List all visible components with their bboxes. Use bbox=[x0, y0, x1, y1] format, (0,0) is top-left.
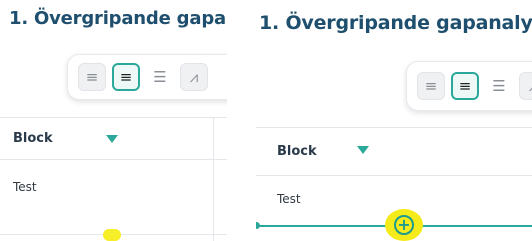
align-center-button[interactable]: ≡ bbox=[451, 72, 479, 100]
cursor-highlight bbox=[103, 229, 121, 241]
left-screenshot-panel: 1. Övergripande gapanalys – Gap ≡ ≡ ☰ ⩘ … bbox=[0, 0, 227, 241]
add-row-button[interactable]: + bbox=[385, 209, 423, 241]
align-left-icon: ≡ bbox=[424, 77, 438, 95]
column-divider bbox=[213, 117, 214, 241]
page-title: 1. Övergripande gapanalys – Gap bbox=[259, 12, 532, 34]
screenshot-separator bbox=[227, 0, 256, 241]
align-left-icon: ≡ bbox=[85, 68, 99, 86]
column-header-block[interactable]: Block bbox=[13, 131, 53, 146]
align-right-icon: ☰ bbox=[492, 77, 506, 95]
column-header-block[interactable]: Block bbox=[277, 144, 317, 159]
align-center-button[interactable]: ≡ bbox=[112, 63, 140, 91]
filter-icon[interactable] bbox=[357, 146, 369, 154]
align-center-icon: ≡ bbox=[119, 68, 133, 86]
table-cell[interactable]: Test bbox=[13, 180, 37, 194]
text-alignment-toolbar: ≡ ≡ ☰ ⩘ bbox=[406, 61, 532, 111]
align-left-button[interactable]: ≡ bbox=[78, 63, 106, 91]
header-top-border bbox=[0, 117, 227, 118]
chart-button[interactable]: ⩘ bbox=[180, 63, 208, 91]
align-right-button[interactable]: ☰ bbox=[146, 63, 174, 91]
plus-glyph: + bbox=[397, 215, 411, 234]
align-left-button[interactable]: ≡ bbox=[417, 72, 445, 100]
row-insert-indicator-dot bbox=[256, 222, 260, 229]
header-top-border bbox=[256, 127, 532, 128]
chart-icon: ⩘ bbox=[189, 68, 199, 86]
page-title: 1. Övergripande gapanalys – Gap bbox=[9, 8, 227, 29]
filter-icon[interactable] bbox=[106, 135, 118, 143]
chart-button[interactable]: ⩘ bbox=[519, 72, 532, 100]
header-bottom-border bbox=[256, 175, 532, 176]
table-cell[interactable]: Test bbox=[277, 192, 301, 206]
right-screenshot-panel: 1. Övergripande gapanalys – Gap ≡ ≡ ☰ ⩘ … bbox=[256, 0, 532, 241]
header-bottom-border bbox=[0, 159, 227, 160]
plus-circle-icon: + bbox=[394, 215, 414, 235]
text-alignment-toolbar: ≡ ≡ ☰ ⩘ bbox=[67, 54, 227, 100]
align-right-icon: ☰ bbox=[153, 68, 167, 86]
align-right-button[interactable]: ☰ bbox=[485, 72, 513, 100]
align-center-icon: ≡ bbox=[458, 77, 472, 95]
